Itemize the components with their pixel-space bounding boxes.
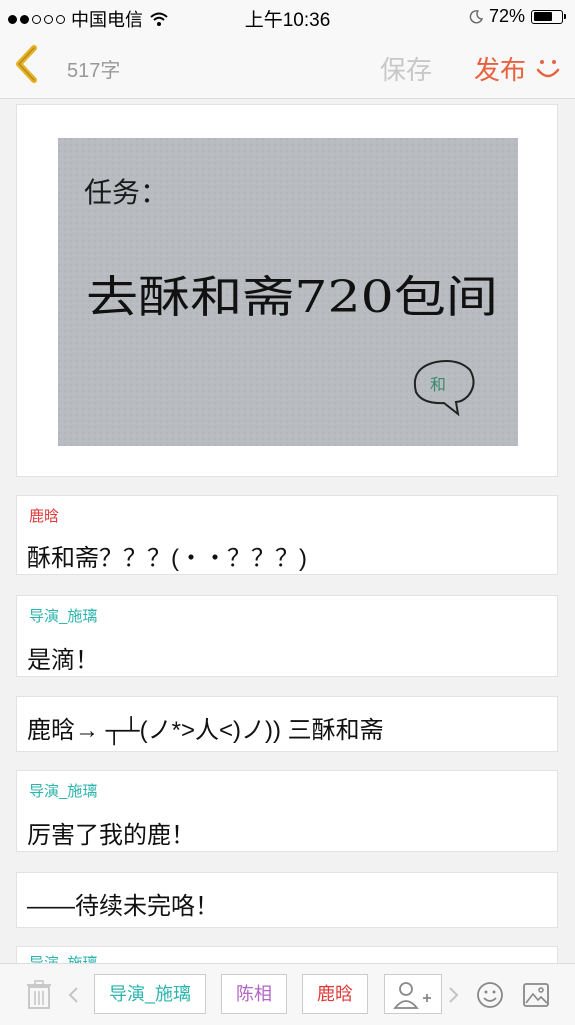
message-card[interactable]: 鹿晗→ ┬┴(ノ*>人<)ノ)) 三酥和斋: [16, 696, 558, 752]
chevron-right-icon[interactable]: [448, 986, 460, 1004]
story-content: 任务： 去酥和斋720包间 和 鹿晗 酥和斋？？？(・・？？？) 导演_施璃 是…: [0, 99, 575, 963]
message-card[interactable]: 导演_施璃 是滴！: [16, 595, 558, 677]
role-chip-chenxiang[interactable]: 陈相: [221, 974, 287, 1014]
role-chip-luhan[interactable]: 鹿晗: [302, 974, 368, 1014]
smiley-icon[interactable]: [536, 58, 560, 84]
image-icon[interactable]: [522, 981, 550, 1009]
stamp-char: 和: [430, 375, 446, 394]
image-card[interactable]: 任务： 去酥和斋720包间 和: [16, 104, 558, 477]
add-person-icon: [393, 982, 431, 1009]
speaker-label: 导演_施璃: [29, 952, 97, 963]
message-text: 厉害了我的鹿！: [27, 822, 195, 849]
message-card[interactable]: 鹿晗 酥和斋？？？(・・？？？): [16, 495, 558, 575]
status-bar: 中国电信 上午10:36 72%: [0, 0, 575, 32]
battery-percent: 72%: [488, 6, 525, 26]
publish-button[interactable]: 发布: [474, 50, 526, 87]
message-text: 是滴！: [27, 647, 99, 674]
moon-icon: [469, 9, 483, 23]
note-line-2: 去酥和斋720包间: [86, 272, 498, 323]
message-card[interactable]: 导演_施璃: [16, 946, 558, 963]
message-card[interactable]: 导演_施璃 厉害了我的鹿！: [16, 770, 558, 852]
emoji-icon[interactable]: [476, 981, 504, 1009]
nav-bar: 517字 保存 发布: [0, 32, 575, 99]
speaker-label: 导演_施璃: [29, 783, 98, 800]
note-line-1: 任务：: [84, 176, 168, 209]
speaker-label: 鹿晗: [29, 508, 60, 525]
handwritten-note: 任务： 去酥和斋720包间 和: [58, 138, 518, 446]
task-photo[interactable]: 任务： 去酥和斋720包间 和: [58, 138, 518, 446]
bottom-toolbar: 导演_施璃 陈相 鹿晗: [0, 963, 575, 1025]
chevron-left-icon[interactable]: [67, 986, 79, 1004]
message-card[interactable]: ——待续未完咯！: [16, 872, 558, 928]
role-chip-director[interactable]: 导演_施璃: [94, 974, 206, 1014]
message-text: ——待续未完咯！: [27, 893, 219, 920]
message-text: 鹿晗→ ┬┴(ノ*>人<)ノ)) 三酥和斋: [27, 717, 384, 744]
message-text: 酥和斋？？？(・・？？？): [27, 545, 307, 572]
trash-icon[interactable]: [26, 980, 52, 1010]
word-count: 517字: [67, 60, 121, 82]
back-arrow-icon[interactable]: [12, 44, 44, 84]
add-role-button[interactable]: [384, 974, 442, 1014]
speaker-label: 导演_施璃: [29, 608, 98, 625]
battery-icon: [531, 9, 566, 24]
save-button[interactable]: 保存: [380, 50, 432, 87]
